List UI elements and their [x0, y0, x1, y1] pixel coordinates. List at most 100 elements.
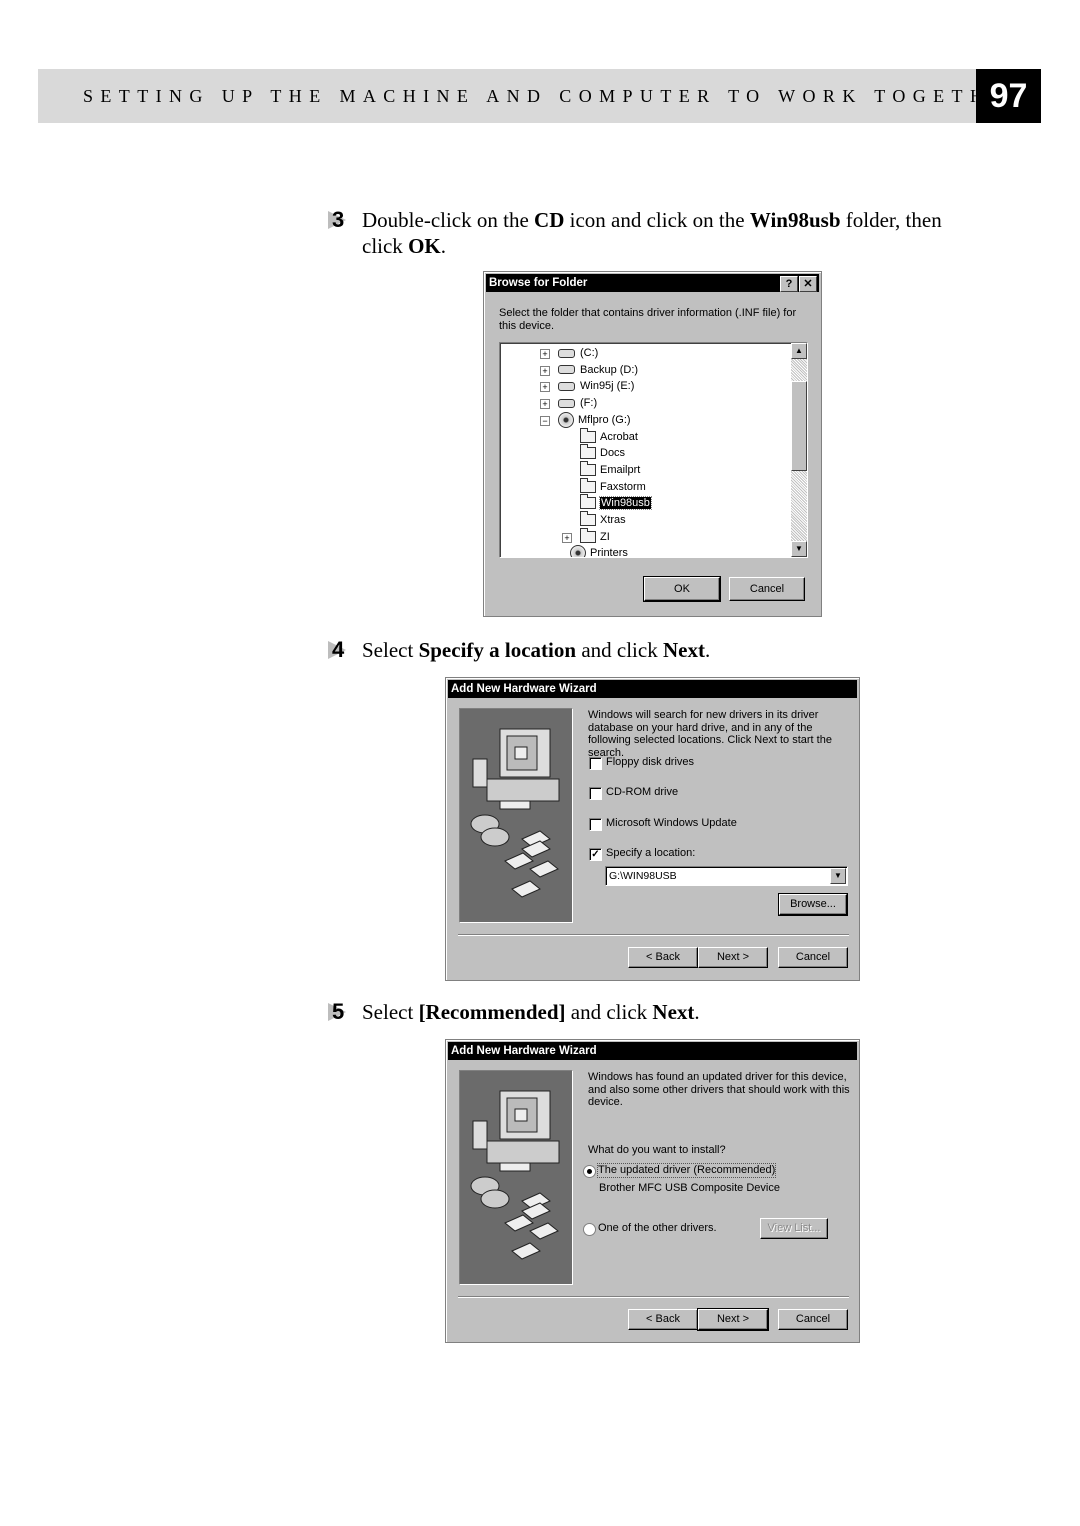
- browse-button[interactable]: Browse...: [778, 893, 848, 916]
- windows-update-checkbox[interactable]: [589, 818, 602, 831]
- tree-item[interactable]: Win95j (E:): [558, 378, 634, 394]
- other-drivers-label[interactable]: One of the other drivers.: [598, 1222, 717, 1235]
- specify-location-checkbox[interactable]: ✓: [589, 848, 602, 861]
- tree-item[interactable]: Win98usb: [580, 494, 652, 511]
- tree-item[interactable]: Emailprt: [580, 460, 641, 478]
- expand-icon[interactable]: +: [540, 399, 550, 410]
- step-number-badge: 5: [328, 999, 358, 1025]
- tree-item-label: Emailprt: [600, 463, 641, 476]
- expand-icon[interactable]: +: [562, 532, 572, 543]
- tree-item-label: Faxstorm: [600, 480, 646, 493]
- wizard-title: Add New Hardware Wizard: [451, 683, 597, 695]
- driver-name: Brother MFC USB Composite Device: [599, 1182, 780, 1194]
- ok-button[interactable]: OK: [643, 576, 721, 602]
- hard-drive-icon: [558, 365, 575, 375]
- tree-item-label: Acrobat: [600, 430, 638, 443]
- tree-item[interactable]: Acrobat: [580, 427, 638, 445]
- section-title: SETTING UP THE MACHINE AND COMPUTER TO W…: [83, 86, 1029, 106]
- wizard-description: Windows will search for new drivers in i…: [588, 709, 832, 759]
- wizard-title: Add New Hardware Wizard: [451, 1045, 597, 1057]
- folder-tree[interactable]: Printers ZI Xtras Win98usb Faxstorm Emailprt D…: [499, 342, 808, 558]
- floppy-checkbox[interactable]: [589, 757, 602, 770]
- cdrom-checkbox[interactable]: [589, 787, 602, 800]
- folder-icon: [580, 477, 596, 493]
- add-hardware-wizard-location: Add New Hardware Wizard Windows will sea…: [445, 677, 860, 981]
- scroll-down-button[interactable]: ▼: [791, 541, 807, 557]
- step-number-badge: 4: [328, 637, 358, 663]
- tree-scrollbar[interactable]: ▲ ▼: [791, 343, 807, 557]
- expand-icon[interactable]: +: [540, 365, 550, 376]
- computer-and-disks-icon: [470, 1090, 560, 1260]
- add-hardware-wizard-recommended: Add New Hardware Wizard Windows has foun…: [445, 1039, 860, 1343]
- tree-item-label: Backup (D:): [580, 363, 639, 376]
- next-button[interactable]: Next >: [698, 947, 768, 968]
- browse-for-folder-dialog: Browse for Folder ? ✕ Select the folder …: [483, 271, 822, 617]
- wizard-separator: [458, 1296, 849, 1298]
- tree-item-label: ZI: [600, 530, 610, 543]
- view-list-button[interactable]: View List...: [760, 1218, 828, 1239]
- tree-item-label: Mflpro (G:): [578, 413, 631, 426]
- tree-item[interactable]: Xtras: [580, 511, 626, 528]
- cancel-button[interactable]: Cancel: [778, 947, 848, 968]
- back-button[interactable]: < Back: [628, 947, 698, 968]
- expand-icon[interactable]: +: [540, 349, 550, 359]
- folder-icon: [580, 460, 596, 476]
- cd-drive-icon: [558, 411, 574, 428]
- running-header: SETTING UP THE MACHINE AND COMPUTER TO W…: [38, 69, 1021, 123]
- updated-driver-label[interactable]: The updated driver (Recommended): [596, 1163, 777, 1178]
- printers-icon: [570, 545, 586, 557]
- folder-icon: [580, 427, 596, 443]
- location-combobox[interactable]: G:\WIN98USB ▼: [605, 866, 848, 886]
- scroll-thumb[interactable]: [791, 381, 807, 471]
- help-button[interactable]: ?: [780, 276, 798, 292]
- tree-item[interactable]: Printers: [570, 545, 628, 558]
- tree-item[interactable]: Mflpro (G:): [558, 411, 631, 428]
- wizard-separator: [458, 934, 849, 936]
- back-button[interactable]: < Back: [628, 1309, 698, 1330]
- folder-icon: [580, 511, 596, 527]
- computer-and-disks-icon: [470, 728, 560, 898]
- cancel-button[interactable]: Cancel: [778, 1309, 848, 1330]
- hardware-illustration: [459, 708, 573, 923]
- dialog-titlebar: Browse for Folder ? ✕: [486, 274, 819, 292]
- hard-drive-icon: [558, 381, 575, 391]
- other-drivers-radio[interactable]: [583, 1223, 596, 1236]
- next-button[interactable]: Next >: [697, 1308, 769, 1331]
- wizard-titlebar: Add New Hardware Wizard: [448, 1042, 857, 1060]
- floppy-label[interactable]: Floppy disk drives: [606, 756, 694, 769]
- tree-item-label: Win98usb: [599, 496, 652, 511]
- step-5-text: Select [Recommended] and click Next.: [362, 1000, 700, 1024]
- scroll-up-button[interactable]: ▲: [791, 343, 807, 359]
- tree-item[interactable]: Docs: [580, 444, 626, 461]
- tree-item[interactable]: (F:): [558, 395, 597, 411]
- tree-item[interactable]: (C:): [558, 345, 598, 361]
- hardware-illustration: [459, 1070, 573, 1285]
- step-number-badge: 3: [328, 207, 358, 233]
- chevron-down-icon[interactable]: ▼: [830, 868, 846, 884]
- expand-icon[interactable]: +: [540, 382, 550, 393]
- wizard-titlebar: Add New Hardware Wizard: [448, 680, 857, 698]
- tree-item-label: (F:): [580, 397, 598, 410]
- install-question: What do you want to install?: [588, 1144, 726, 1156]
- dialog-instruction: Select the folder that contains driver i…: [499, 307, 797, 332]
- open-folder-icon: [580, 494, 596, 510]
- cancel-button[interactable]: Cancel: [729, 577, 805, 601]
- updated-driver-radio[interactable]: [583, 1165, 596, 1178]
- dialog-title: Browse for Folder: [489, 277, 588, 289]
- tree-item[interactable]: Backup (D:): [558, 362, 638, 378]
- collapse-icon[interactable]: −: [540, 415, 550, 426]
- tree-item[interactable]: Faxstorm: [580, 477, 646, 495]
- close-button[interactable]: ✕: [799, 276, 817, 292]
- tree-item[interactable]: ZI: [580, 527, 610, 545]
- cdrom-label[interactable]: CD-ROM drive: [606, 786, 678, 799]
- tree-item-label: Printers: [590, 547, 628, 558]
- windows-update-label[interactable]: Microsoft Windows Update: [606, 817, 737, 830]
- step-4-text: Select Specify a location and click Next…: [362, 638, 711, 662]
- folder-icon: [580, 527, 596, 543]
- tree-item-label: Docs: [600, 447, 626, 460]
- page-number: 97: [976, 69, 1041, 123]
- specify-location-label[interactable]: Specify a location:: [606, 847, 695, 860]
- folder-icon: [580, 444, 596, 460]
- tree-item-label: Win95j (E:): [580, 380, 635, 393]
- hard-drive-icon: [558, 398, 575, 408]
